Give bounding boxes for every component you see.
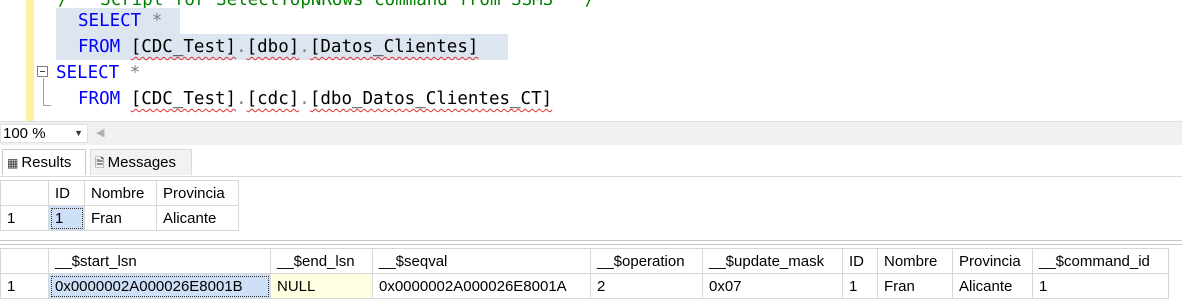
tab-messages[interactable]: 🗎 Messages (90, 149, 192, 175)
query-editor[interactable]: /* Script for SelectTopNRows command fro… (0, 0, 1182, 121)
column-header[interactable]: Provincia (156, 180, 239, 206)
column-header[interactable]: __$start_lsn (48, 248, 271, 274)
column-header[interactable]: ID (842, 248, 878, 274)
table-row: 1 1 Fran Alicante (0, 205, 239, 231)
grid-cell[interactable]: NULL (270, 273, 373, 299)
editor-line-3: SELECT * (56, 63, 141, 83)
messages-icon: 🗎 (95, 156, 105, 170)
row-number[interactable]: 1 (0, 273, 49, 299)
grid-cell[interactable]: Fran (877, 273, 953, 299)
editor-line-4: FROM [CDC_Test].[cdc].[dbo_Datos_Cliente… (78, 89, 553, 109)
column-header[interactable]: ID (48, 180, 85, 206)
keyword-select: SELECT (78, 11, 142, 31)
zoom-bar: 100 % ▼ ◀ (0, 121, 1182, 145)
editor-line-1: SELECT * (0, 8, 1182, 34)
grid-cell[interactable]: Alicante (952, 273, 1033, 299)
grid-header-row: __$start_lsn __$end_lsn __$seqval __$ope… (0, 248, 1169, 274)
row-number[interactable]: 1 (0, 205, 49, 231)
zoom-select[interactable]: 100 % ▼ (0, 124, 88, 143)
grid-cell[interactable]: 2 (590, 273, 703, 299)
grid-corner[interactable] (0, 248, 49, 274)
column-header[interactable]: __$end_lsn (270, 248, 373, 274)
grid-corner[interactable] (0, 180, 49, 206)
grid-cell[interactable]: Fran (84, 205, 157, 231)
column-header[interactable]: Provincia (952, 248, 1033, 274)
column-header[interactable]: __$seqval (372, 248, 591, 274)
grid-cell[interactable]: 0x07 (702, 273, 843, 299)
grid-header-row: ID Nombre Provincia (0, 180, 239, 206)
chevron-down-icon: ▼ (74, 128, 83, 138)
column-header[interactable]: Nombre (84, 180, 157, 206)
grid-cell[interactable]: 0x0000002A000026E8001B (48, 273, 271, 299)
grid-cell[interactable]: 1 (48, 205, 85, 231)
grid-cell[interactable]: 1 (1032, 273, 1169, 299)
results-tabs: ▦ Results 🗎 Messages (0, 145, 1182, 177)
keyword-select: SELECT (56, 63, 120, 83)
keyword-from: FROM (78, 37, 121, 57)
keyword-from: FROM (78, 89, 121, 109)
scroll-left-icon[interactable]: ◀ (96, 126, 104, 139)
editor-line-2: FROM [CDC_Test].[dbo].[Datos_Clientes] (0, 34, 1182, 60)
results-grid-2: __$start_lsn __$end_lsn __$seqval __$ope… (0, 244, 1182, 306)
grid-cell[interactable]: 1 (842, 273, 878, 299)
column-header[interactable]: __$update_mask (702, 248, 843, 274)
grid-cell[interactable]: Alicante (156, 205, 239, 231)
column-header[interactable]: __$command_id (1032, 248, 1169, 274)
results-grid-1: ID Nombre Provincia 1 1 Fran Alicante (0, 178, 1182, 241)
table-row: 1 0x0000002A000026E8001B NULL 0x0000002A… (0, 273, 1169, 299)
column-header[interactable]: Nombre (877, 248, 953, 274)
grid-cell[interactable]: 0x0000002A000026E8001A (372, 273, 591, 299)
column-header[interactable]: __$operation (590, 248, 703, 274)
grid-icon: ▦ (7, 156, 19, 170)
tab-results[interactable]: ▦ Results (2, 149, 86, 175)
